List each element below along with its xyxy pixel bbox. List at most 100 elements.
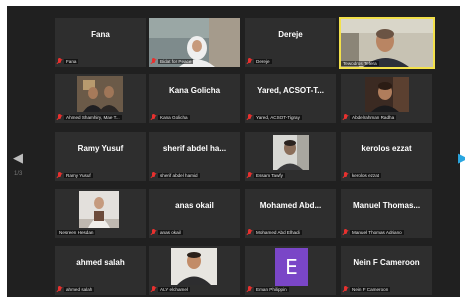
participant-tile[interactable]: kerolos ezzat kerolos ezzat: [341, 132, 432, 181]
muted-mic-icon: [247, 172, 252, 178]
participant-tile[interactable]: Ramy Yusuf Ramy Yusuf: [55, 132, 146, 181]
participant-tile-video[interactable]: Nesreen Hesdan: [55, 189, 146, 238]
participant-name: kerolos ezzat: [350, 172, 382, 178]
muted-mic-icon: [57, 172, 62, 178]
muted-mic-icon: [343, 172, 348, 178]
participant-label: Nein F Cameroon: [343, 285, 430, 293]
participant-name: Ramy Yusuf: [64, 172, 93, 178]
participant-label: ahmed salah: [57, 285, 144, 293]
participant-display-name: Dereje: [278, 30, 303, 39]
participant-tile[interactable]: Yared, ACSOT-T... Yared, ACSOT-Tigray: [245, 74, 336, 123]
participant-name: ALY elchamel: [158, 286, 190, 292]
participant-name: Bidat for Peace: [158, 58, 194, 64]
muted-mic-icon: [57, 114, 62, 120]
participant-tile[interactable]: Fana Fana: [55, 18, 146, 67]
muted-mic-icon: [247, 114, 252, 120]
participant-name: Tewodros Tefera: [341, 60, 379, 66]
participant-tile[interactable]: Manuel Thomas... Manuel Thomas Adriano: [341, 189, 432, 238]
video-feed: [77, 76, 123, 112]
participant-name: Yared, ACSOT-Tigray: [254, 114, 302, 120]
participant-name: Nein F Cameroon: [350, 286, 391, 292]
video-feed: [171, 248, 217, 285]
participant-tile-video[interactable]: ALY elchamel: [149, 246, 240, 295]
video-feed: [365, 77, 409, 112]
participant-display-name: ahmed salah: [76, 258, 125, 267]
participant-label: Yared, ACSOT-Tigray: [247, 113, 334, 121]
muted-mic-icon: [343, 114, 348, 120]
participant-label: ALY elchamel: [151, 285, 238, 293]
next-page-arrow-icon[interactable]: ▶: [458, 146, 465, 170]
page-indicator: 1/3: [14, 171, 23, 177]
muted-mic-icon: [247, 286, 252, 292]
video-feed: [79, 191, 119, 228]
participant-label: Abdelrahman Radha: [343, 113, 430, 121]
participant-label: sherif abdel hamid: [151, 171, 238, 179]
muted-mic-icon: [247, 58, 252, 64]
participant-name: Fana: [64, 58, 79, 64]
participant-name: Manuel Thomas Adriano: [350, 229, 404, 235]
participant-name: ahmed salah: [64, 286, 95, 292]
participant-name: sherif abdel hamid: [158, 172, 200, 178]
participant-tile[interactable]: Dereje Dereje: [245, 18, 336, 67]
participant-label: Dereje: [247, 57, 334, 65]
participant-display-name: kerolos ezzat: [361, 144, 412, 153]
participant-tile[interactable]: Mohamed Abd... Mohamed Abd Elhadi: [245, 189, 336, 238]
participant-label: Kana Golicha: [151, 113, 238, 121]
participant-tile-video[interactable]: Bidat for Peace: [149, 18, 240, 67]
participant-label: Ramy Yusuf: [57, 171, 144, 179]
participant-display-name: anas okail: [175, 201, 214, 210]
muted-mic-icon: [151, 286, 156, 292]
participant-name: Dereje: [254, 58, 272, 64]
participant-tile[interactable]: E Eman Philippin: [245, 246, 336, 295]
muted-mic-icon: [247, 229, 252, 235]
participant-label: Tewodros Tefera: [341, 59, 433, 67]
muted-mic-icon: [151, 172, 156, 178]
participant-label: Essam Tawfy: [247, 171, 334, 179]
participant-name: anas okail: [158, 229, 183, 235]
muted-mic-icon: [57, 286, 62, 292]
participant-tile-video[interactable]: Essam Tawfy: [245, 132, 336, 181]
participant-tile-video[interactable]: Abdelrahman Radha: [341, 74, 432, 123]
muted-mic-icon: [343, 286, 348, 292]
participant-display-name: Yared, ACSOT-T...: [257, 86, 324, 95]
participant-label: Fana: [57, 57, 144, 65]
participant-tile[interactable]: sherif abdel ha... sherif abdel hamid: [149, 132, 240, 181]
muted-mic-icon: [151, 58, 156, 64]
participant-display-name: Nein F Cameroon: [353, 258, 420, 267]
participant-label: Bidat for Peace: [151, 57, 238, 65]
participant-name: Eman Philippin: [254, 286, 289, 292]
avatar: E: [275, 248, 308, 286]
muted-mic-icon: [57, 58, 62, 64]
participant-display-name: Fana: [91, 30, 110, 39]
participant-label: kerolos ezzat: [343, 171, 430, 179]
participant-label: Ahmed Shamhiry, Mae T...: [57, 113, 144, 121]
participant-label: Eman Philippin: [247, 285, 334, 293]
previous-page-arrow-icon[interactable]: ◀: [10, 146, 26, 170]
participant-name: Ahmed Shamhiry, Mae T...: [64, 114, 122, 120]
participant-display-name: Mohamed Abd...: [259, 201, 322, 210]
meeting-window: ◀ 1/3 ▶ Fana Fana Bidat for Peace Dereje…: [0, 0, 465, 297]
video-feed: [273, 135, 309, 170]
active-speaker-tile[interactable]: Tewodros Tefera: [339, 17, 435, 69]
muted-mic-icon: [151, 114, 156, 120]
participant-tile-video[interactable]: Ahmed Shamhiry, Mae T...: [55, 74, 146, 123]
participant-name: Abdelrahman Radha: [350, 114, 397, 120]
participant-label: Mohamed Abd Elhadi: [247, 228, 334, 236]
participant-display-name: sherif abdel ha...: [162, 144, 227, 153]
participant-tile[interactable]: Nein F Cameroon Nein F Cameroon: [341, 246, 432, 295]
participant-tile[interactable]: ahmed salah ahmed salah: [55, 246, 146, 295]
participant-name: Kana Golicha: [158, 114, 190, 120]
muted-mic-icon: [151, 229, 156, 235]
participant-display-name: Kana Golicha: [168, 86, 221, 95]
participant-label: Nesreen Hesdan: [57, 228, 144, 236]
participant-name: Nesreen Hesdan: [57, 229, 96, 235]
participant-tile[interactable]: anas okail anas okail: [149, 189, 240, 238]
participant-display-name: Ramy Yusuf: [77, 144, 124, 153]
participant-label: Manuel Thomas Adriano: [343, 228, 430, 236]
muted-mic-icon: [343, 229, 348, 235]
participant-tile[interactable]: Kana Golicha Kana Golicha: [149, 74, 240, 123]
participant-name: Essam Tawfy: [254, 172, 285, 178]
participant-display-name: Manuel Thomas...: [352, 201, 421, 210]
participant-label: anas okail: [151, 228, 238, 236]
participant-name: Mohamed Abd Elhadi: [254, 229, 302, 235]
